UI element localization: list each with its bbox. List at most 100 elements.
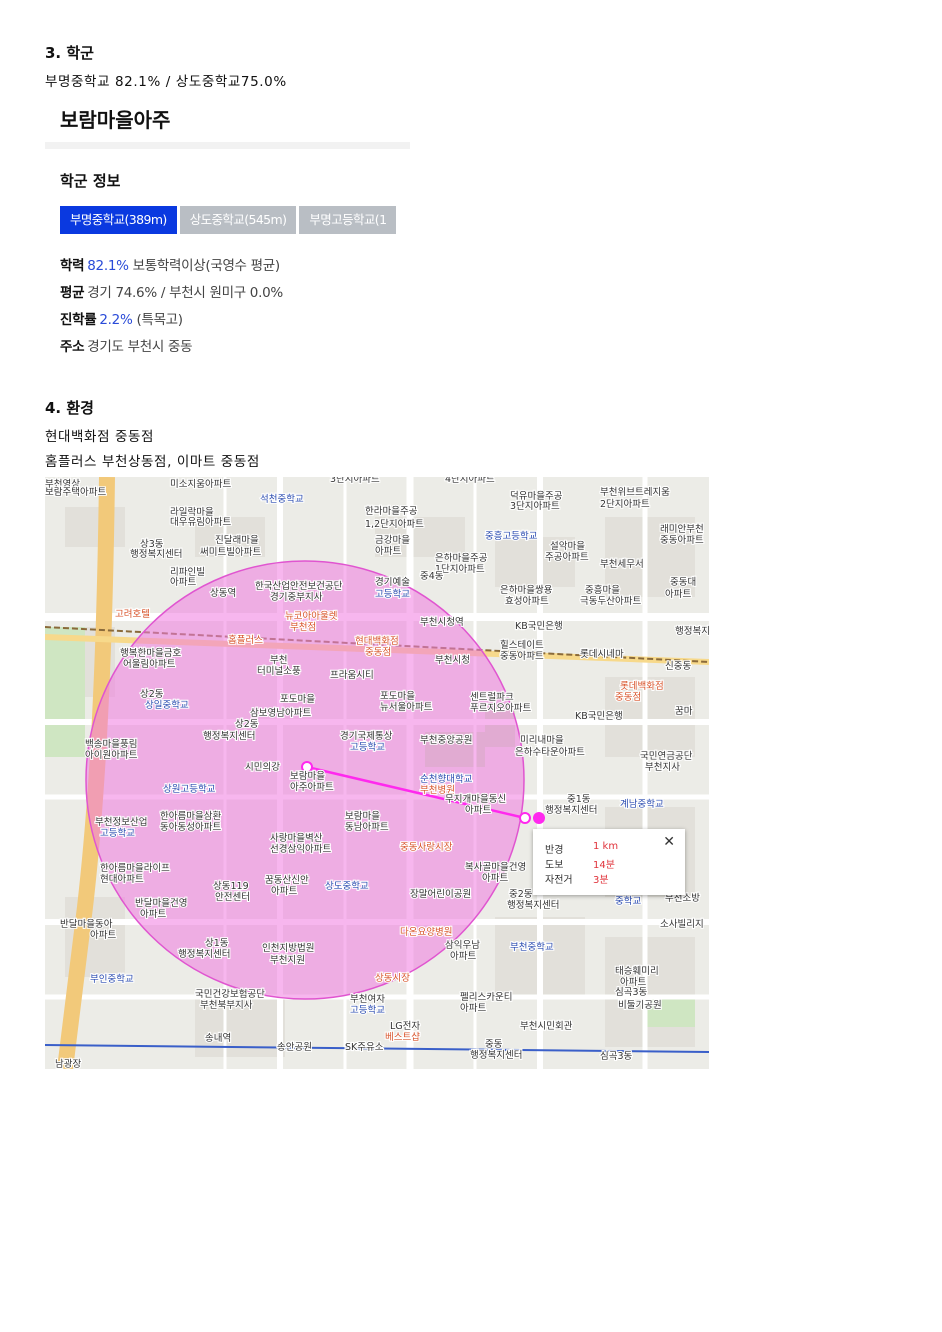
map-label: 한국산업안전보건공단 bbox=[255, 580, 343, 592]
map-label: 아이원아파트 bbox=[85, 750, 138, 761]
map-label: LG전자 bbox=[390, 1021, 420, 1032]
map-label: 송내역 bbox=[205, 1033, 231, 1044]
map-label: 3단지아파트 bbox=[510, 501, 560, 512]
map-label: 한라마을주공 bbox=[365, 506, 418, 517]
map-label: 부천시청 bbox=[435, 655, 470, 666]
map-label: 상2동 bbox=[235, 719, 259, 730]
map-label: 석천중학교 bbox=[260, 494, 304, 505]
info-text: 경기도 부천시 중동 bbox=[87, 339, 193, 355]
map-label: 소사빌리지 bbox=[660, 919, 704, 930]
map-label: 삼보영남아파트 bbox=[250, 708, 311, 719]
map-label: 부천세무서 bbox=[600, 559, 644, 570]
map-label: 경기국제통상 bbox=[340, 730, 393, 742]
map-label: 4단지아파트 bbox=[445, 477, 495, 485]
map-label: 현대아파트 bbox=[100, 874, 144, 885]
map-label: 신중동 bbox=[665, 661, 691, 672]
map-label: 롯데시네마 bbox=[580, 649, 624, 660]
info-text: 경기 74.6% / 부천시 원미구 0.0% bbox=[87, 285, 283, 301]
map-label: 중흥마을 bbox=[585, 584, 620, 596]
map-label: 부천북부지사 bbox=[200, 1000, 253, 1011]
map-label: 사랑마을벽산 bbox=[270, 832, 323, 844]
map-label: 뉴서울아파트 bbox=[380, 702, 433, 713]
map-label: 아파트 bbox=[90, 930, 116, 941]
map-canvas[interactable]: 부천영상 미소지움아파트 3단지아파트 4단지아파트덕유마을주공 부천위브트레지움보람주… bbox=[45, 477, 709, 1069]
map-label: 계남중학교 bbox=[620, 798, 664, 810]
map-label: 경기중부지사 bbox=[270, 591, 323, 603]
map-label: 국민연금공단 bbox=[640, 751, 693, 762]
map-label: 중1동 bbox=[567, 794, 591, 805]
map-label: 홈플러스 bbox=[228, 634, 263, 646]
map-label: 고등학교 bbox=[350, 742, 385, 753]
map-label: 송안공원 bbox=[277, 1042, 312, 1053]
map-label: 반달마을동아 bbox=[60, 918, 113, 930]
map-label: 심곡3동 bbox=[600, 1051, 633, 1062]
map-label: 중동 bbox=[485, 1039, 503, 1050]
school-info-panel: 보람마을아주 학군 정보 부명중학교(389m) 상도중학교(545m) 부명고등학… bbox=[45, 100, 410, 362]
map-label: 미소지움아파트 bbox=[170, 479, 231, 490]
map-label: 상동시장 bbox=[375, 973, 410, 984]
section4-heading: 4. 환경 bbox=[45, 399, 94, 417]
map-label: 중동아파트 bbox=[660, 535, 704, 546]
map-label: 행정복지센터 bbox=[545, 804, 597, 816]
neighborhood-map[interactable]: 부천영상 미소지움아파트 3단지아파트 4단지아파트 덕유마을주공 부천위브트레지움 보람주… bbox=[45, 477, 709, 1069]
map-label: 아파트 bbox=[465, 805, 491, 816]
map-label: 행정복지 bbox=[675, 625, 709, 637]
map-label: 태승훼미리 bbox=[615, 966, 659, 977]
tab-school-2[interactable]: 상도중학교(545m) bbox=[179, 206, 297, 234]
info-row-average: 평균 경기 74.6% / 부천시 원미구 0.0% bbox=[60, 281, 283, 301]
map-label: 동남아파트 bbox=[345, 822, 389, 833]
map-label: 미리내마을 bbox=[520, 735, 564, 746]
map-label: 남광장 bbox=[55, 1058, 81, 1069]
map-label: 순천향대학교 bbox=[420, 773, 473, 785]
map-label: 아파트 bbox=[665, 589, 691, 600]
map-label: 중2동 bbox=[509, 889, 533, 900]
map-label: 한아름마을삼환 bbox=[160, 810, 221, 822]
map-label: 진달래마을 bbox=[215, 534, 259, 546]
map-label: 부천점 bbox=[290, 621, 316, 633]
popup-label: 도보 bbox=[545, 860, 564, 871]
map-label: 부천중앙공원 bbox=[420, 734, 472, 746]
map-label: 부천중학교 bbox=[510, 942, 554, 953]
school-info-title: 학군 정보 bbox=[60, 172, 121, 190]
map-label: 중학교 bbox=[615, 896, 641, 907]
map-label: 설악마을 bbox=[550, 540, 585, 552]
map-label: 상1동 bbox=[205, 938, 229, 949]
map-label: 행정복지센터 bbox=[507, 899, 559, 911]
map-label: 어울림아파트 bbox=[123, 658, 176, 670]
section3-heading: 3. 학군 bbox=[45, 44, 94, 62]
tab-school-1[interactable]: 부명중학교(389m) bbox=[60, 206, 177, 234]
map-label: 비둘기공원 bbox=[618, 1000, 662, 1011]
map-label: 부천시청역 bbox=[420, 617, 464, 628]
map-label: 베스트샵 bbox=[385, 1032, 420, 1043]
map-label: 부천 bbox=[270, 655, 287, 666]
map-label: 터미널소풍 bbox=[257, 666, 301, 677]
tab-school-3[interactable]: 부명고등학교(1 bbox=[299, 206, 397, 234]
map-label: 고등학교 bbox=[100, 828, 135, 839]
map-label: 부천여자 bbox=[350, 993, 385, 1005]
map-label: 행정복지센터 bbox=[203, 730, 255, 742]
info-text: (특목고) bbox=[132, 312, 183, 328]
env-line-1: 현대백화점 중동점 bbox=[45, 429, 155, 445]
map-label: 아파트 bbox=[140, 909, 166, 920]
map-label: 아파트 bbox=[170, 577, 196, 588]
info-row-advancement: 진학률 2.2% (특목고) bbox=[60, 308, 183, 328]
info-label: 학력 bbox=[60, 258, 85, 274]
map-label: 센트럴파크 bbox=[470, 692, 514, 703]
info-highlight: 2.2% bbox=[99, 312, 133, 328]
info-highlight: 82.1% bbox=[87, 258, 129, 274]
map-label: 고려호텔 bbox=[115, 608, 150, 620]
map-label: 심곡3동 bbox=[615, 987, 648, 998]
map-label: 백송마을풍림 bbox=[85, 738, 137, 750]
map-label: 아파트 bbox=[271, 886, 297, 897]
map-label: SK주유소 bbox=[345, 1042, 384, 1053]
map-label: 중4동 bbox=[420, 571, 444, 582]
map-label: 힐스테이트 bbox=[500, 639, 544, 651]
map-label: 한아름마을라이프 bbox=[100, 863, 170, 874]
map-label: 부인중학교 bbox=[90, 974, 134, 985]
close-icon[interactable]: ✕ bbox=[663, 834, 675, 850]
map-label: 복사골마을건영 bbox=[465, 862, 526, 873]
map-label: 행복한마을금호 bbox=[120, 647, 181, 659]
map-label: 롯데백화점 bbox=[620, 680, 664, 692]
map-label: 고등학교 bbox=[375, 589, 410, 600]
map-label: 은하수타운아파트 bbox=[515, 746, 585, 758]
